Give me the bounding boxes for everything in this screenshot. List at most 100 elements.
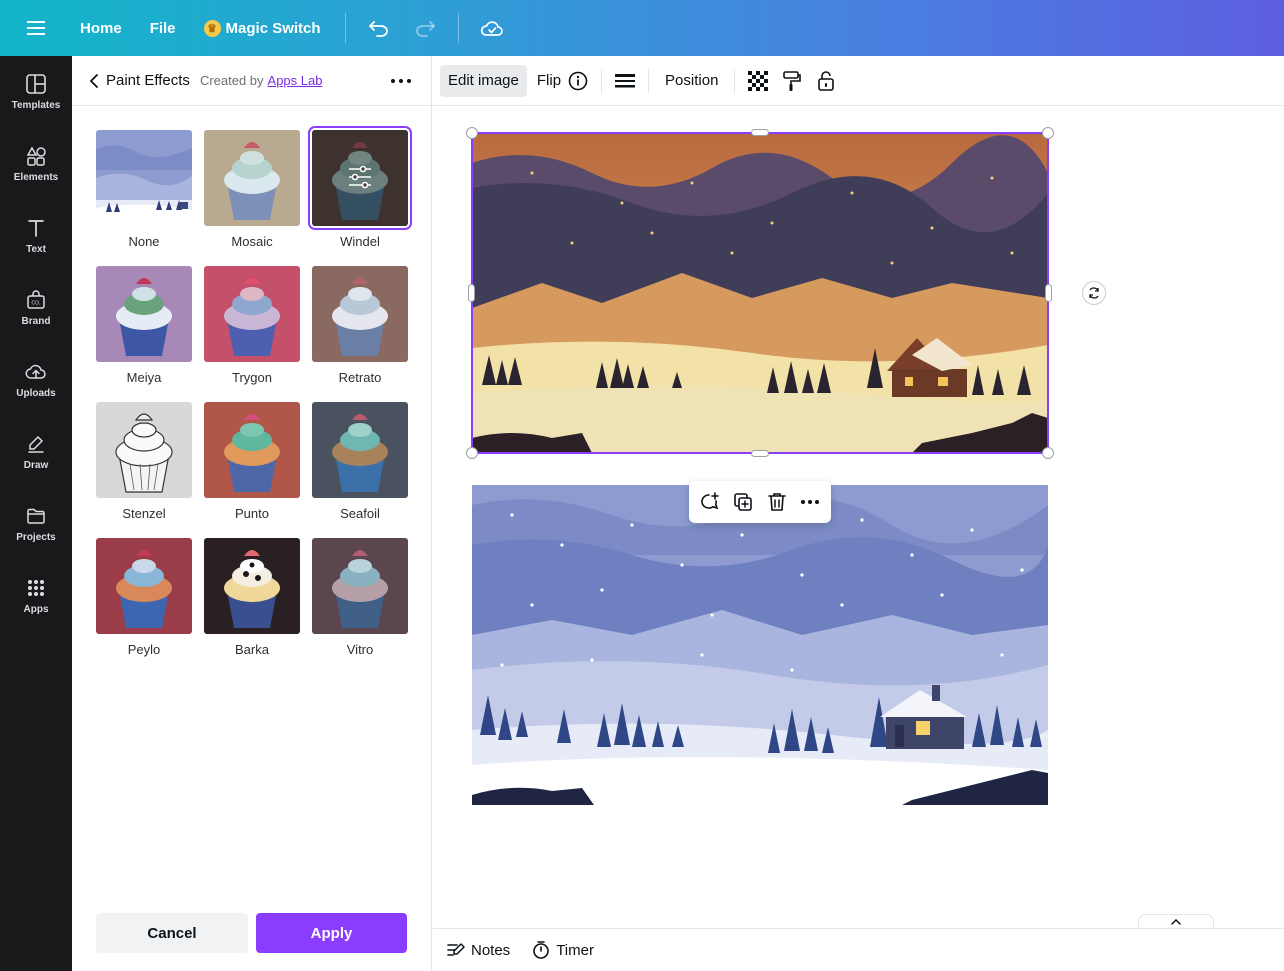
resize-handle[interactable]	[751, 450, 769, 457]
home-button[interactable]: Home	[66, 0, 136, 56]
effect-tile-retrato[interactable]: Retrato	[312, 266, 408, 386]
more-options-button[interactable]	[389, 71, 413, 91]
edit-image-button[interactable]: Edit image	[440, 64, 527, 97]
created-by-label: Created by	[199, 73, 264, 88]
effect-name: Stenzel	[122, 506, 166, 521]
effect-name: Windel	[340, 234, 380, 249]
rail-label: Elements	[13, 172, 59, 183]
hamburger-icon	[27, 21, 45, 35]
timer-button[interactable]: Timer	[532, 941, 594, 959]
lock-button[interactable]	[809, 65, 843, 97]
svg-text:CO.: CO.	[32, 301, 41, 307]
element-quick-toolbar	[689, 481, 831, 523]
paint-roller-icon	[783, 70, 802, 91]
effect-name: Punto	[235, 506, 269, 521]
effect-tile-none[interactable]: None	[96, 130, 192, 250]
effect-tile-mosaic[interactable]: Mosaic	[204, 130, 300, 250]
panel-title: Paint Effects	[106, 72, 190, 89]
notes-label: Notes	[471, 941, 511, 959]
effect-name: Meiya	[126, 370, 162, 385]
resize-handle[interactable]	[1045, 284, 1052, 302]
rail-item-brand[interactable]: CO. Brand	[0, 272, 72, 344]
effect-tile-meiya[interactable]: Meiya	[96, 266, 192, 386]
rail-item-apps[interactable]: Apps	[0, 560, 72, 632]
author-link[interactable]: Apps Lab	[268, 73, 323, 88]
effect-thumbnail-selected	[308, 126, 412, 230]
effect-name: None	[128, 234, 160, 249]
border-style-button[interactable]	[608, 65, 642, 97]
rail-label: Brand	[21, 316, 51, 327]
resize-handle[interactable]	[466, 127, 478, 139]
more-actions-button[interactable]	[795, 487, 825, 517]
notes-button[interactable]: Notes	[447, 942, 510, 959]
chevron-left-icon	[90, 73, 98, 88]
pages-toggle[interactable]	[1138, 914, 1214, 929]
info-button[interactable]	[561, 65, 595, 97]
rail-item-draw[interactable]: Draw	[0, 416, 72, 488]
menu-button[interactable]	[0, 0, 72, 56]
magic-switch-button[interactable]: ♛ Magic Switch	[190, 0, 335, 56]
effect-thumbnail	[312, 402, 408, 498]
effect-tile-trygon[interactable]: Trygon	[204, 266, 300, 386]
chevron-up-icon	[1171, 919, 1181, 925]
effect-name: Vitro	[346, 642, 374, 657]
cancel-button[interactable]: Cancel	[96, 913, 248, 953]
paint-effects-panel: Paint Effects Created by Apps Lab None M…	[72, 56, 432, 971]
duplicate-button[interactable]	[728, 487, 758, 517]
rail-item-projects[interactable]: Projects	[0, 488, 72, 560]
position-button[interactable]: Position	[655, 72, 728, 89]
notes-icon	[447, 943, 465, 956]
rail-item-templates[interactable]: Templates	[0, 56, 72, 128]
delete-button[interactable]	[762, 487, 792, 517]
rail-item-elements[interactable]: Elements	[0, 128, 72, 200]
add-comment-icon	[700, 492, 719, 510]
text-icon	[28, 220, 44, 237]
transparency-checker-icon	[748, 70, 769, 91]
effect-tile-windel[interactable]: Windel	[308, 126, 412, 250]
effect-name: Mosaic	[231, 234, 273, 249]
transparency-button[interactable]	[741, 65, 775, 97]
redo-button[interactable]	[402, 0, 448, 56]
comment-button[interactable]	[695, 487, 725, 517]
effect-tile-stenzel[interactable]: Stenzel	[96, 402, 192, 522]
context-toolbar: Edit image Flip Position	[433, 56, 1284, 106]
undo-button[interactable]	[356, 0, 402, 56]
rail-label: Apps	[23, 604, 49, 615]
folder-icon	[27, 508, 45, 524]
rail-item-text[interactable]: Text	[0, 200, 72, 272]
redo-icon	[415, 21, 435, 37]
left-rail: Templates Elements Text CO. Brand Upload…	[0, 56, 72, 971]
effect-thumbnail	[204, 402, 300, 498]
effect-tile-seafoil[interactable]: Seafoil	[312, 402, 408, 522]
rail-label: Projects	[16, 532, 56, 543]
effect-thumbnail	[204, 130, 300, 226]
cloud-save-button[interactable]	[469, 0, 515, 56]
resize-handle[interactable]	[466, 447, 478, 459]
rotate-icon	[1089, 287, 1099, 299]
file-menu[interactable]: File	[136, 0, 190, 56]
copy-style-button[interactable]	[775, 65, 809, 97]
effect-tile-barka[interactable]: Barka	[204, 538, 300, 658]
selected-image-windel[interactable]	[472, 133, 1048, 453]
more-horizontal-icon	[801, 500, 820, 504]
elements-icon	[26, 146, 46, 166]
rail-label: Draw	[23, 460, 49, 471]
resize-handle[interactable]	[468, 284, 475, 302]
effect-tile-vitro[interactable]: Vitro	[312, 538, 408, 658]
effect-name: Retrato	[338, 370, 382, 385]
effect-thumbnail	[204, 538, 300, 634]
original-image[interactable]	[472, 485, 1048, 805]
lock-icon	[818, 70, 835, 91]
rotate-handle[interactable]	[1082, 281, 1106, 305]
rail-item-uploads[interactable]: Uploads	[0, 344, 72, 416]
resize-handle[interactable]	[1042, 127, 1054, 139]
resize-handle[interactable]	[751, 129, 769, 136]
effect-thumbnail	[96, 402, 192, 498]
apply-button[interactable]: Apply	[256, 913, 407, 953]
footer-bar: Notes Timer	[433, 928, 1284, 971]
effect-tile-peylo[interactable]: Peylo	[96, 538, 192, 658]
cloud-check-icon	[480, 21, 503, 36]
effect-tile-punto[interactable]: Punto	[204, 402, 300, 522]
back-button[interactable]	[86, 73, 102, 89]
resize-handle[interactable]	[1042, 447, 1054, 459]
